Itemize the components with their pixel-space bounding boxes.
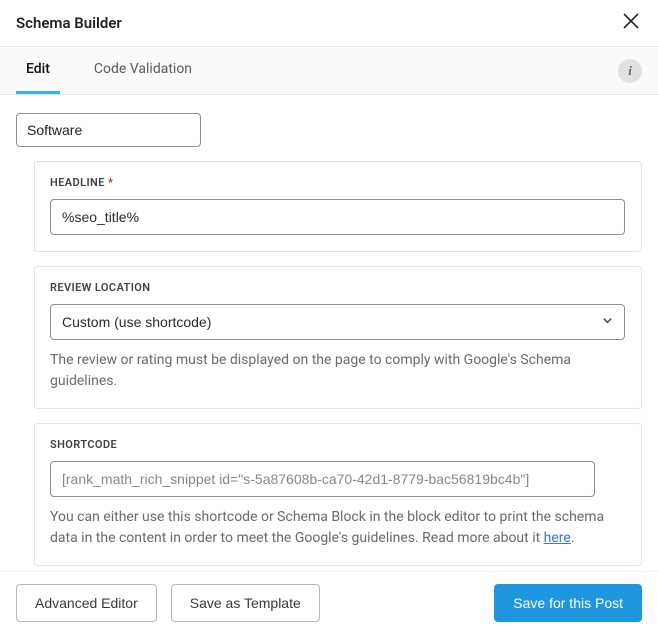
headline-label: HEADLINE * (50, 176, 625, 189)
review-location-help: The review or rating must be displayed o… (50, 350, 625, 392)
modal-title: Schema Builder (16, 14, 122, 32)
review-location-label: REVIEW LOCATION (50, 281, 625, 294)
shortcode-help-link[interactable]: here (544, 530, 571, 546)
save-as-template-button[interactable]: Save as Template (171, 584, 320, 622)
tab-edit[interactable]: Edit (16, 47, 60, 94)
headline-input[interactable] (50, 199, 625, 235)
review-location-select[interactable]: Custom (use shortcode) (50, 304, 625, 340)
shortcode-input[interactable] (50, 461, 595, 497)
headline-label-text: HEADLINE (50, 176, 105, 189)
close-icon (622, 12, 640, 30)
close-button[interactable] (620, 10, 642, 36)
advanced-editor-button[interactable]: Advanced Editor (16, 584, 157, 622)
schema-type-input[interactable] (16, 113, 201, 147)
save-for-post-button[interactable]: Save for this Post (494, 584, 642, 622)
tab-code-validation[interactable]: Code Validation (84, 47, 202, 94)
info-icon[interactable]: i (618, 59, 642, 83)
shortcode-help: You can either use this shortcode or Sch… (50, 507, 625, 549)
shortcode-help-pre: You can either use this shortcode or Sch… (50, 509, 604, 546)
shortcode-label: SHORTCODE (50, 438, 625, 451)
shortcode-help-post: . (571, 530, 575, 546)
required-asterisk: * (108, 176, 113, 189)
